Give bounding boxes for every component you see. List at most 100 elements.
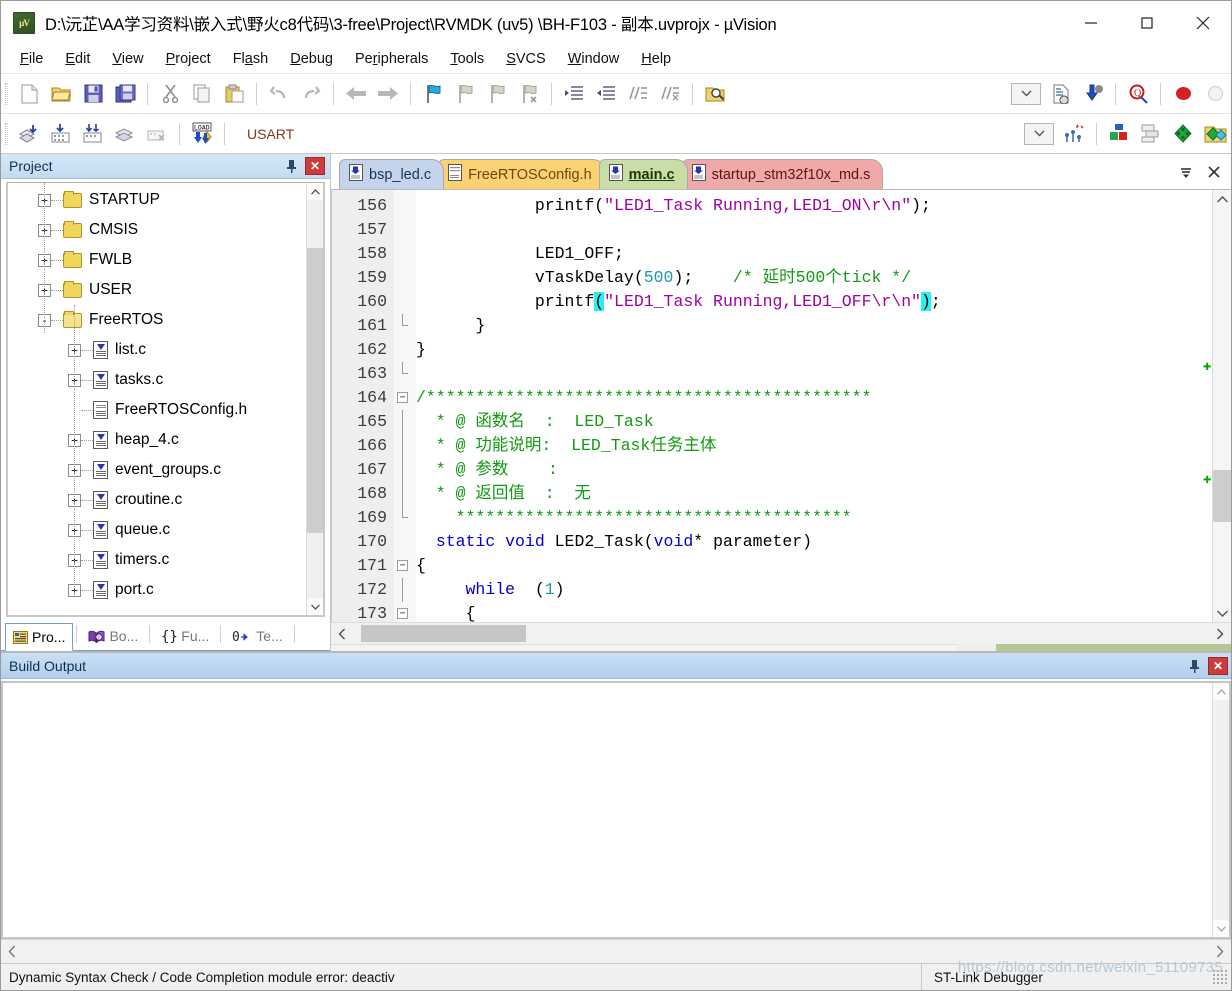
tree-item-port-c[interactable]: + port.c	[8, 575, 306, 605]
components-icon[interactable]	[1104, 119, 1134, 149]
fold-cell[interactable]: −	[394, 602, 416, 622]
tree-item-user[interactable]: + USER	[8, 275, 306, 305]
comment-icon[interactable]	[623, 79, 653, 109]
editor-horizontal-scrollbar[interactable]	[331, 622, 1231, 644]
fold-toggle-icon[interactable]: −	[397, 392, 408, 403]
toolbar-grip[interactable]	[5, 82, 8, 105]
editor-scroll-down-icon[interactable]	[1213, 604, 1231, 622]
multi-project-icon[interactable]	[1136, 119, 1166, 149]
maximize-icon[interactable]	[1119, 1, 1175, 45]
build-icon[interactable]	[46, 119, 76, 149]
minimize-icon[interactable]	[1063, 1, 1119, 45]
project-tab-bo[interactable]: ? Bo...	[80, 622, 146, 650]
menu-flash[interactable]: Flash	[222, 49, 280, 69]
editor-tab-main-c[interactable]: main.c	[598, 159, 688, 189]
tree-item-freertos[interactable]: - FreeRTOS	[8, 305, 306, 335]
new-file-icon[interactable]	[14, 79, 44, 109]
menu-window[interactable]: Window	[557, 49, 631, 69]
editor-tab-freertosconfig-h[interactable]: FreeRTOSConfig.h	[438, 159, 605, 189]
menu-edit[interactable]: Edit	[54, 49, 101, 69]
undo-icon[interactable]	[264, 79, 294, 109]
tree-item-heap-4-c[interactable]: + heap_4.c	[8, 425, 306, 455]
editor-tab-startup_stm32f10x_md-s[interactable]: startup_stm32f10x_md.s	[681, 159, 884, 189]
fold-column[interactable]: − − −	[394, 190, 416, 622]
editor-close-icon[interactable]	[1207, 165, 1221, 183]
start-debug-icon[interactable]	[1168, 79, 1198, 109]
editor-tab-bsp_led-c[interactable]: bsp_led.c	[339, 159, 445, 189]
build-horizontal-scrollbar[interactable]	[1, 939, 1231, 963]
tree-item-fwlb[interactable]: + FWLB	[8, 245, 306, 275]
fold-toggle-icon[interactable]: −	[397, 560, 408, 571]
menu-view[interactable]: View	[101, 49, 154, 69]
menu-svcs[interactable]: SVCS	[495, 49, 557, 69]
scroll-down-icon[interactable]	[307, 598, 323, 615]
build-scroll-track[interactable]	[1213, 700, 1229, 920]
toggle-bookmark-icon[interactable]	[418, 79, 448, 109]
build-output-body[interactable]	[1, 681, 1231, 939]
pack-installer-icon[interactable]	[1200, 119, 1230, 149]
tree-item-timers-c[interactable]: + timers.c	[8, 545, 306, 575]
target-dropdown-icon[interactable]	[1024, 122, 1054, 145]
fold-cell[interactable]: −	[394, 386, 416, 410]
tree-item-freertosconfig-h[interactable]: FreeRTOSConfig.h	[8, 395, 306, 425]
rebuild-icon[interactable]	[78, 119, 108, 149]
code-scroll[interactable]: 156 157 158 159 160 161 162 163 164 165 166 167 168 1…	[332, 190, 1212, 622]
resize-grip[interactable]	[1212, 969, 1228, 985]
manage-runtime-icon[interactable]	[1059, 119, 1089, 149]
editor-scroll-thumb[interactable]	[1213, 470, 1231, 522]
tree-item-cmsis[interactable]: + CMSIS	[8, 215, 306, 245]
outdent-icon[interactable]	[591, 79, 621, 109]
save-all-icon[interactable]	[110, 79, 140, 109]
pin-icon[interactable]	[281, 156, 301, 176]
scroll-track[interactable]	[307, 200, 323, 598]
redo-icon[interactable]	[296, 79, 326, 109]
find-icon[interactable]: Q	[1123, 79, 1153, 109]
find-in-files-icon[interactable]	[700, 79, 730, 109]
build-scroll-down-icon[interactable]	[1213, 920, 1229, 937]
close-icon[interactable]	[1175, 1, 1231, 45]
menu-peripherals[interactable]: Peripherals	[344, 49, 439, 69]
toolbar-grip[interactable]	[5, 122, 8, 145]
download-icon[interactable]: LOAD	[187, 119, 217, 149]
build-output-close-icon[interactable]: ✕	[1208, 656, 1228, 675]
project-pane-close-icon[interactable]: ✕	[305, 157, 325, 175]
build-pin-icon[interactable]	[1184, 656, 1204, 676]
tree-item-startup[interactable]: + STARTUP	[8, 185, 306, 215]
navigate-back-icon[interactable]	[341, 79, 371, 109]
paste-icon[interactable]	[219, 79, 249, 109]
open-file-icon[interactable]	[46, 79, 76, 109]
clear-bookmarks-icon[interactable]	[514, 79, 544, 109]
fold-toggle-icon[interactable]: −	[397, 608, 408, 619]
fold-cell[interactable]: −	[394, 554, 416, 578]
config-dropdown-icon[interactable]	[1011, 82, 1041, 105]
copy-icon[interactable]	[187, 79, 217, 109]
tab-list-icon[interactable]	[1179, 166, 1193, 183]
prev-bookmark-icon[interactable]	[450, 79, 480, 109]
menu-project[interactable]: Project	[155, 49, 222, 69]
build-hscroll-track[interactable]	[23, 940, 1209, 963]
menu-help[interactable]: Help	[630, 49, 682, 69]
project-tab-pro[interactable]: Pro...	[5, 623, 74, 651]
tree-item-queue-c[interactable]: + queue.c	[8, 515, 306, 545]
tree-item-tasks-c[interactable]: + tasks.c	[8, 365, 306, 395]
editor-hscroll-thumb[interactable]	[361, 625, 526, 642]
menu-debug[interactable]: Debug	[279, 49, 344, 69]
build-scroll-right-icon[interactable]	[1209, 945, 1231, 958]
uncomment-icon[interactable]	[655, 79, 685, 109]
editor-scroll-right-icon[interactable]	[1209, 628, 1231, 640]
save-icon[interactable]	[78, 79, 108, 109]
menu-file[interactable]: File	[9, 49, 54, 69]
tree-item-event-groups-c[interactable]: + event_groups.c	[8, 455, 306, 485]
next-bookmark-icon[interactable]	[482, 79, 512, 109]
cut-icon[interactable]	[155, 79, 185, 109]
project-tree-scrollbar[interactable]	[306, 183, 323, 615]
target-options-icon[interactable]	[1046, 79, 1076, 109]
menu-tools[interactable]: Tools	[439, 49, 495, 69]
build-scroll-up-icon[interactable]	[1213, 683, 1229, 700]
tree-item-list-c[interactable]: + list.c	[8, 335, 306, 365]
navigate-forward-icon[interactable]	[373, 79, 403, 109]
debug-settings-icon[interactable]	[1078, 79, 1108, 109]
editor-scroll-left-icon[interactable]	[331, 628, 353, 640]
scroll-thumb[interactable]	[307, 248, 323, 533]
editor-vertical-scrollbar[interactable]: ✚ ✚	[1203, 190, 1231, 622]
